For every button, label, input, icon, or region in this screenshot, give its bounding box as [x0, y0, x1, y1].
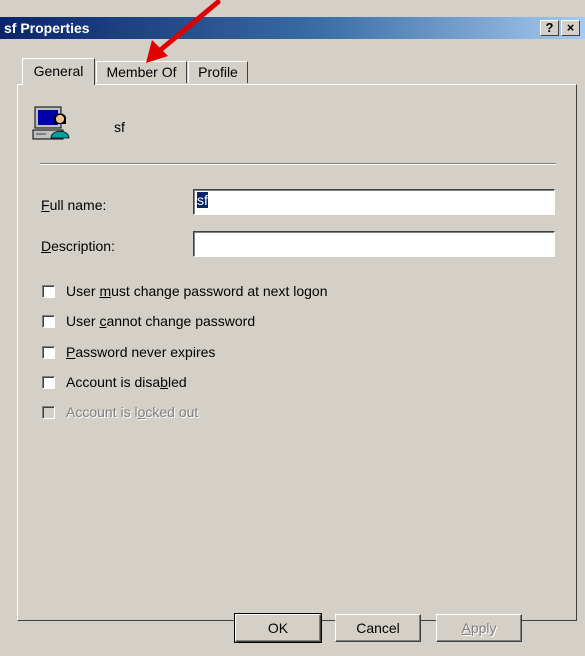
checkbox-box: [42, 406, 55, 419]
checkbox-label: User cannot change password: [66, 313, 255, 329]
description-label: Description:: [41, 238, 115, 254]
close-button[interactable]: ×: [561, 20, 580, 36]
apply-button: Apply: [436, 614, 522, 642]
full-name-label-accel: F: [41, 197, 50, 213]
title-bar[interactable]: sf Properties ? ×: [0, 17, 585, 39]
full-name-field[interactable]: sf: [193, 189, 555, 215]
label-part: Account is disa: [66, 374, 161, 390]
label-part: led: [167, 374, 187, 390]
label-part: cked out: [145, 404, 199, 420]
description-field[interactable]: [193, 231, 555, 257]
properties-dialog: sf Properties ? × General Member Of Prof…: [0, 0, 585, 656]
full-name-label-text: ull name:: [49, 197, 107, 213]
user-computer-icon: [32, 106, 70, 140]
checkbox-label: Password never expires: [66, 344, 215, 360]
label-part: annot change password: [106, 313, 256, 329]
help-button[interactable]: ?: [540, 20, 559, 36]
label-part: ust change password at next logon: [111, 283, 328, 299]
apply-accel: A: [461, 620, 471, 636]
checkbox-box[interactable]: [42, 346, 55, 359]
full-name-value: sf: [197, 192, 208, 208]
label-part: User: [66, 313, 100, 329]
tab-member-of[interactable]: Member Of: [96, 61, 187, 83]
checkbox-box[interactable]: [42, 285, 55, 298]
label-part: User: [66, 283, 100, 299]
ok-button[interactable]: OK: [234, 613, 322, 643]
user-display-name: sf: [114, 119, 125, 135]
description-label-accel: D: [41, 238, 52, 254]
label-accel: m: [99, 283, 112, 299]
checkbox-label: User must change password at next logon: [66, 283, 328, 299]
label-accel: P: [66, 344, 76, 360]
full-name-label: Full name:: [41, 197, 106, 213]
separator: [40, 163, 556, 165]
label-accel: b: [160, 374, 168, 390]
cancel-button[interactable]: Cancel: [335, 614, 421, 642]
label-part: assword never expires: [75, 344, 216, 360]
checkbox-box[interactable]: [42, 376, 55, 389]
apply-text: pply: [470, 620, 497, 636]
description-label-text: escription:: [51, 238, 115, 254]
tab-general[interactable]: General: [22, 58, 95, 85]
checkbox-label: Account is disabled: [66, 374, 187, 390]
label-part: Account is l: [66, 404, 138, 420]
tab-profile[interactable]: Profile: [188, 61, 248, 83]
checkbox-label: Account is locked out: [66, 404, 198, 420]
window-title: sf Properties: [4, 20, 90, 36]
checkbox-box[interactable]: [42, 315, 55, 328]
